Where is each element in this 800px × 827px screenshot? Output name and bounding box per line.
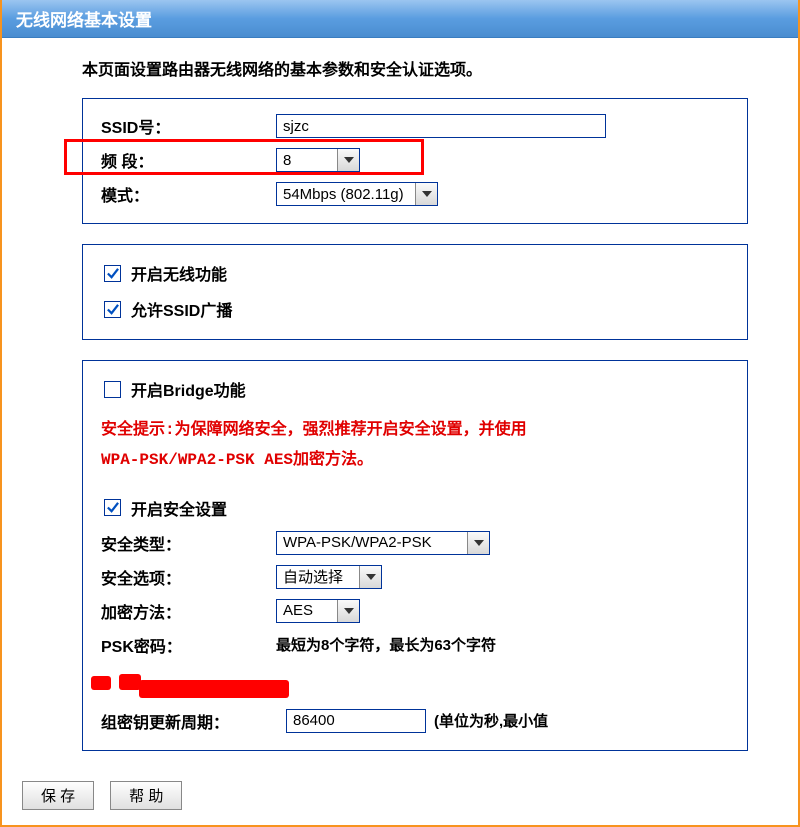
basic-settings-section: SSID号： 频 段： 8 模式： 54Mbps (802.11g) bbox=[82, 98, 748, 224]
security-type-label: 安全类型： bbox=[101, 531, 276, 555]
allow-ssid-broadcast-row: 允许SSID广播 bbox=[101, 291, 729, 327]
enable-wireless-label: 开启无线功能 bbox=[131, 261, 227, 285]
encrypt-method-row: 加密方法： AES bbox=[101, 594, 729, 628]
enable-bridge-label: 开启Bridge功能 bbox=[131, 377, 246, 401]
ssid-label: SSID号： bbox=[101, 114, 276, 138]
channel-select[interactable]: 8 bbox=[276, 148, 360, 172]
page-title: 无线网络基本设置 bbox=[2, 0, 798, 38]
psk-password-hint: 最短为8个字符，最长为63个字符 bbox=[276, 634, 496, 655]
enable-security-row: 开启安全设置 bbox=[101, 490, 729, 526]
encrypt-method-label: 加密方法： bbox=[101, 599, 276, 623]
encrypt-method-select[interactable]: AES bbox=[276, 599, 360, 623]
psk-password-row: PSK密码： 最短为8个字符，最长为63个字符 bbox=[101, 628, 729, 662]
enable-security-checkbox[interactable] bbox=[104, 499, 121, 516]
save-button[interactable]: 保 存 bbox=[22, 781, 94, 810]
group-key-label: 组密钥更新周期： bbox=[101, 709, 286, 733]
psk-password-label: PSK密码： bbox=[101, 633, 276, 657]
security-option-value: 自动选择 bbox=[277, 566, 359, 588]
security-type-value: WPA-PSK/WPA2-PSK bbox=[277, 532, 467, 554]
chevron-down-icon bbox=[467, 532, 489, 554]
allow-ssid-broadcast-checkbox[interactable] bbox=[104, 301, 121, 318]
enable-wireless-row: 开启无线功能 bbox=[101, 255, 729, 291]
enable-wireless-checkbox[interactable] bbox=[104, 265, 121, 282]
ssid-row: SSID号： bbox=[101, 109, 729, 143]
chevron-down-icon bbox=[337, 600, 359, 622]
security-section: 开启Bridge功能 安全提示:为保障网络安全，强烈推荐开启安全设置，并使用 W… bbox=[82, 360, 748, 751]
mode-row: 模式： 54Mbps (802.11g) bbox=[101, 177, 729, 211]
security-type-row: 安全类型： WPA-PSK/WPA2-PSK bbox=[101, 526, 729, 560]
chevron-down-icon bbox=[415, 183, 437, 205]
enable-bridge-checkbox[interactable] bbox=[104, 381, 121, 398]
group-key-hint: (单位为秒,最小值 bbox=[434, 710, 548, 731]
security-type-select[interactable]: WPA-PSK/WPA2-PSK bbox=[276, 531, 490, 555]
help-button[interactable]: 帮 助 bbox=[110, 781, 182, 810]
channel-row: 频 段： 8 bbox=[101, 143, 729, 177]
button-bar: 保 存 帮 助 bbox=[2, 781, 798, 810]
psk-password-redacted bbox=[91, 670, 729, 700]
security-option-select[interactable]: 自动选择 bbox=[276, 565, 382, 589]
channel-label: 频 段： bbox=[101, 148, 276, 172]
security-warning: 安全提示:为保障网络安全，强烈推荐开启安全设置，并使用 WPA-PSK/WPA2… bbox=[101, 415, 729, 476]
chevron-down-icon bbox=[337, 149, 359, 171]
allow-ssid-broadcast-label: 允许SSID广播 bbox=[131, 297, 232, 321]
intro-text: 本页面设置路由器无线网络的基本参数和安全认证选项。 bbox=[82, 56, 748, 80]
enable-bridge-row: 开启Bridge功能 bbox=[101, 371, 729, 407]
encrypt-method-value: AES bbox=[277, 600, 337, 622]
mode-select[interactable]: 54Mbps (802.11g) bbox=[276, 182, 438, 206]
group-key-row: 组密钥更新周期： (单位为秒,最小值 bbox=[101, 704, 729, 738]
chevron-down-icon bbox=[359, 566, 381, 588]
security-warning-line2: WPA-PSK/WPA2-PSK AES加密方法。 bbox=[101, 445, 729, 475]
wireless-toggles-section: 开启无线功能 允许SSID广播 bbox=[82, 244, 748, 340]
ssid-input[interactable] bbox=[276, 114, 606, 138]
mode-select-value: 54Mbps (802.11g) bbox=[277, 183, 415, 205]
enable-security-label: 开启安全设置 bbox=[131, 496, 227, 520]
mode-label: 模式： bbox=[101, 182, 276, 206]
security-option-label: 安全选项： bbox=[101, 565, 276, 589]
security-warning-line1: 安全提示:为保障网络安全，强烈推荐开启安全设置，并使用 bbox=[101, 415, 729, 445]
channel-select-value: 8 bbox=[277, 149, 337, 171]
group-key-input[interactable] bbox=[286, 709, 426, 733]
security-option-row: 安全选项： 自动选择 bbox=[101, 560, 729, 594]
